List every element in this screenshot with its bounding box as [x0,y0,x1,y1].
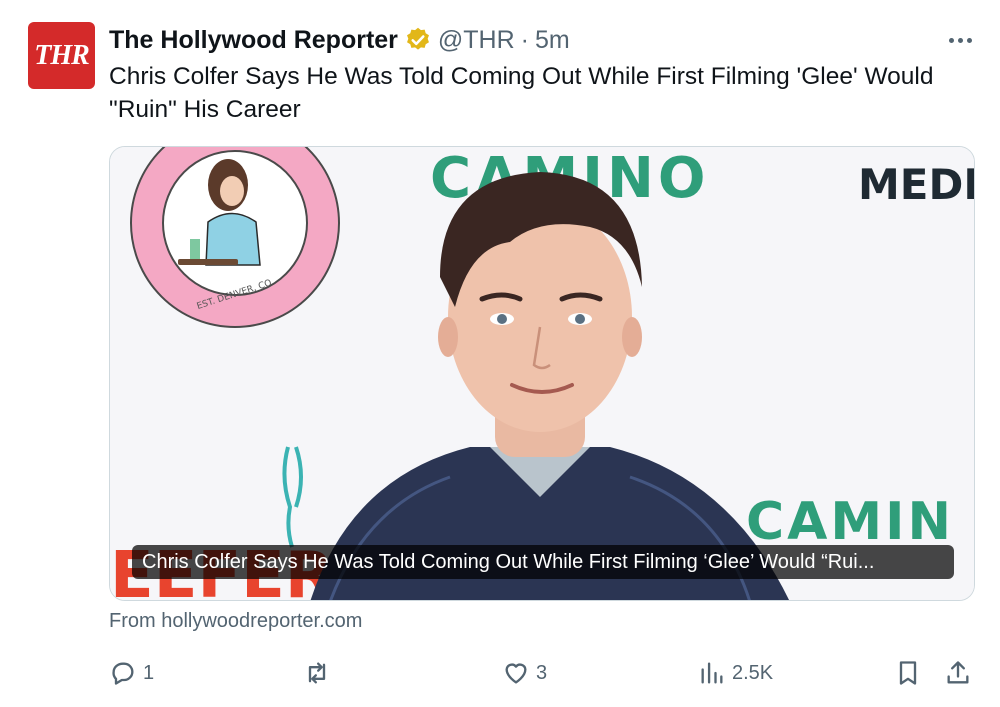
tweet[interactable]: THR The Hollywood Reporter @THR · 5m Chr… [0,0,1000,707]
tweet-header: The Hollywood Reporter @THR · 5m [109,22,570,58]
backdrop-camino-bottom: CAMIN [746,492,954,552]
views-button[interactable]: 2.5K [698,656,773,690]
avatar-logo-text: THR [34,39,90,71]
tweet-text: Chris Colfer Says He Was Told Coming Out… [109,60,979,126]
tweet-text-line: Chris Colfer Says He Was Told Coming Out… [109,63,934,90]
view-count: 2.5K [732,661,774,684]
display-name[interactable]: The Hollywood Reporter [109,26,398,55]
bookmark-icon [899,661,917,685]
share-icon [947,661,969,684]
views-icon [701,662,723,684]
like-button[interactable]: 3 [502,656,547,690]
bookmark-button[interactable] [894,656,922,690]
card-caption: Chris Colfer Says He Was Told Coming Out… [132,545,954,579]
reply-icon [112,662,134,685]
handle[interactable]: @THR [438,26,515,55]
share-button[interactable] [944,656,972,690]
backdrop-media: MEDIA [858,160,975,209]
card-source[interactable]: From hollywoodreporter.com [109,610,362,633]
like-icon [505,663,527,684]
timestamp[interactable]: 5m [535,26,570,55]
link-card[interactable]: EST. DENVER, CO CAMINO MEDIA CAMIN EEFER [109,146,975,601]
like-count: 3 [536,661,548,684]
tweet-text-line: "Ruin" His Career [109,96,301,123]
card-image: EST. DENVER, CO CAMINO MEDIA CAMIN EEFER [110,147,975,600]
repost-button[interactable] [303,656,337,690]
reply-count: 1 [143,661,155,684]
reply-button[interactable]: 1 [109,656,154,690]
verified-badge-icon[interactable] [404,26,432,54]
separator-dot: · [520,25,529,54]
repost-icon [308,662,326,684]
more-icon[interactable] [940,28,980,52]
avatar[interactable]: THR [28,22,95,89]
